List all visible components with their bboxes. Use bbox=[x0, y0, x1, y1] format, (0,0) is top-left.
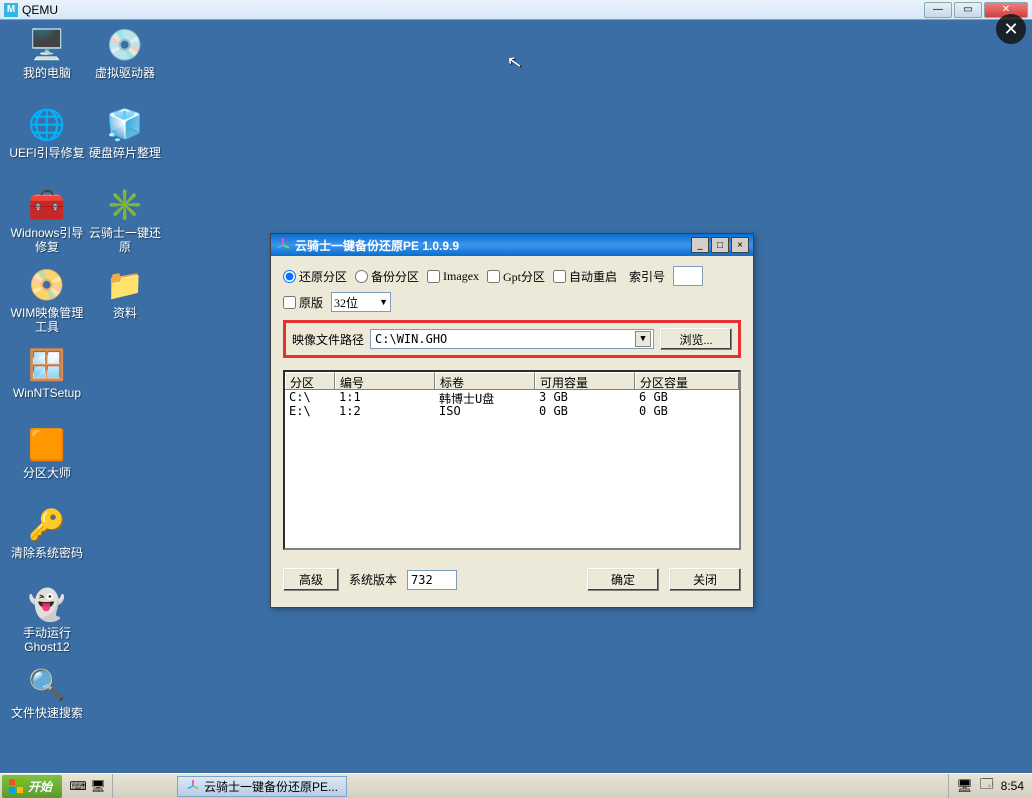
sys-version-input[interactable] bbox=[407, 570, 457, 590]
desktop-icon-label: WIM映像管理 工具 bbox=[11, 306, 84, 334]
image-path-label: 映像文件路径 bbox=[292, 331, 364, 348]
desktop-icon-wim-tool[interactable]: 📀WIM映像管理 工具 bbox=[8, 266, 86, 334]
cmd-icon[interactable]: ⌨ bbox=[70, 778, 86, 794]
my-computer-icon: 🖥️ bbox=[27, 26, 67, 64]
close-button[interactable]: 关闭 bbox=[669, 568, 741, 591]
dialog-window: 云骑士一键备份还原PE 1.0.9.9 _ □ × 还原分区 备份分区 Imag… bbox=[270, 233, 754, 608]
desktop-icon-label: 分区大师 bbox=[23, 466, 71, 480]
desktop-icon-label: 云骑士一键还 原 bbox=[89, 226, 161, 254]
desktop-icon-file-search[interactable]: 🔍 文件快速搜索 bbox=[8, 666, 86, 720]
yunqishi-icon: ✳️ bbox=[105, 186, 145, 224]
desktop-icon-yunqishi[interactable]: ✳️云骑士一键还 原 bbox=[86, 186, 164, 254]
original-check[interactable]: 原版 bbox=[283, 294, 323, 311]
desktop-icon-defrag[interactable]: 🧊 硬盘碎片整理 bbox=[86, 106, 164, 160]
backup-radio[interactable]: 备份分区 bbox=[355, 268, 419, 285]
system-tray[interactable]: 🖥 🗔 8:54 bbox=[948, 774, 1032, 798]
clear-pwd-icon: 🔑 bbox=[27, 506, 67, 544]
outer-minimize-button[interactable]: — bbox=[924, 2, 952, 18]
tray-clock[interactable]: 8:54 bbox=[1001, 779, 1024, 793]
tray-network-icon[interactable]: 🗔 bbox=[979, 778, 995, 794]
qemu-titlebar: M QEMU — ▭ ✕ bbox=[0, 0, 1032, 20]
index-label: 索引号 bbox=[629, 268, 665, 285]
desktop-icon-label: UEFI引导修复 bbox=[9, 146, 84, 160]
image-path-highlight: 映像文件路径 C:\WIN.GHO ▼ 浏览... bbox=[283, 320, 741, 358]
overlay-close-icon[interactable]: ✕ bbox=[996, 14, 1026, 44]
col-free[interactable]: 可用容量 bbox=[535, 372, 635, 389]
ghost12-icon: 👻 bbox=[27, 586, 67, 624]
dialog-title: 云骑士一键备份还原PE 1.0.9.9 bbox=[295, 237, 691, 254]
col-size[interactable]: 分区容量 bbox=[635, 372, 739, 389]
win-boot-repair-icon: 🧰 bbox=[27, 186, 67, 224]
desktop-icon-label: 我的电脑 bbox=[23, 66, 71, 80]
desktop-icon[interactable]: 🖥 bbox=[90, 778, 106, 794]
desktop-icon-partition-master[interactable]: 🟧 分区大师 bbox=[8, 426, 86, 480]
col-partition[interactable]: 分区 bbox=[285, 372, 335, 389]
desktop[interactable]: 🖥️ 我的电脑 💿 虚拟驱动器 🌐 UEFI引导修复 🧊 硬盘碎片整理 🧰Widnows引导 修… bbox=[0, 20, 1032, 773]
desktop-icon-label: 手动运行 Ghost12 bbox=[23, 626, 71, 654]
desktop-icon-ziliao[interactable]: 📁 资料 bbox=[86, 266, 164, 320]
dialog-app-icon bbox=[275, 237, 291, 253]
table-row[interactable]: E:\1:2ISO0 GB0 GB bbox=[285, 404, 739, 418]
cursor-icon: ↖ bbox=[505, 51, 524, 74]
uefi-repair-icon: 🌐 bbox=[27, 106, 67, 144]
listview-header[interactable]: 分区 编号 标卷 可用容量 分区容量 bbox=[285, 372, 739, 390]
taskbar-task-item[interactable]: 云骑士一键备份还原PE... bbox=[177, 776, 347, 797]
imagex-check[interactable]: Imagex bbox=[427, 269, 479, 284]
desktop-icon-label: 清除系统密码 bbox=[11, 546, 83, 560]
quick-launch: ⌨ 🖥 bbox=[64, 774, 113, 798]
qemu-icon: M bbox=[4, 3, 18, 17]
image-path-value: C:\WIN.GHO bbox=[375, 332, 447, 346]
col-volume[interactable]: 标卷 bbox=[435, 372, 535, 389]
partition-listview[interactable]: 分区 编号 标卷 可用容量 分区容量 C:\1:1韩博士U盘3 GB6 GBE:… bbox=[283, 370, 741, 550]
tray-display-icon[interactable]: 🖥 bbox=[957, 778, 973, 794]
defrag-icon: 🧊 bbox=[105, 106, 145, 144]
sys-version-label: 系统版本 bbox=[349, 571, 397, 588]
wim-tool-icon: 📀 bbox=[27, 266, 67, 304]
outer-maximize-button[interactable]: ▭ bbox=[954, 2, 982, 18]
desktop-icon-virtual-drive[interactable]: 💿 虚拟驱动器 bbox=[86, 26, 164, 80]
col-number[interactable]: 编号 bbox=[335, 372, 435, 389]
ziliao-icon: 📁 bbox=[105, 266, 145, 304]
partition-master-icon: 🟧 bbox=[27, 426, 67, 464]
dialog-titlebar[interactable]: 云骑士一键备份还原PE 1.0.9.9 _ □ × bbox=[271, 234, 753, 256]
desktop-icon-uefi-repair[interactable]: 🌐 UEFI引导修复 bbox=[8, 106, 86, 160]
autoreboot-check[interactable]: 自动重启 bbox=[553, 268, 617, 285]
desktop-icon-label: 资料 bbox=[113, 306, 137, 320]
desktop-icon-label: 文件快速搜索 bbox=[11, 706, 83, 720]
desktop-icon-label: 硬盘碎片整理 bbox=[89, 146, 161, 160]
advanced-button[interactable]: 高级 bbox=[283, 568, 339, 591]
browse-button[interactable]: 浏览... bbox=[660, 328, 732, 350]
dialog-maximize-button[interactable]: □ bbox=[711, 237, 729, 253]
start-button[interactable]: 开始 bbox=[2, 775, 62, 798]
ok-button[interactable]: 确定 bbox=[587, 568, 659, 591]
dialog-close-button[interactable]: × bbox=[731, 237, 749, 253]
desktop-icon-winntsetup[interactable]: 🪟 WinNTSetup bbox=[8, 346, 86, 400]
desktop-icon-win-boot-repair[interactable]: 🧰Widnows引导 修复 bbox=[8, 186, 86, 254]
desktop-icon-label: 虚拟驱动器 bbox=[95, 66, 155, 80]
desktop-icon-my-computer[interactable]: 🖥️ 我的电脑 bbox=[8, 26, 86, 80]
desktop-icon-ghost12[interactable]: 👻手动运行 Ghost12 bbox=[8, 586, 86, 654]
virtual-drive-icon: 💿 bbox=[105, 26, 145, 64]
index-input[interactable] bbox=[673, 266, 703, 286]
qemu-title: QEMU bbox=[22, 3, 922, 17]
winntsetup-icon: 🪟 bbox=[27, 346, 67, 384]
file-search-icon: 🔍 bbox=[27, 666, 67, 704]
windows-flag-icon bbox=[8, 778, 24, 794]
chevron-down-icon[interactable]: ▼ bbox=[635, 331, 651, 347]
bits-select[interactable]: 32位▼ bbox=[331, 292, 391, 312]
dialog-minimize-button[interactable]: _ bbox=[691, 237, 709, 253]
chevron-down-icon: ▼ bbox=[379, 297, 388, 307]
task-app-icon bbox=[186, 779, 200, 793]
restore-radio[interactable]: 还原分区 bbox=[283, 268, 347, 285]
table-row[interactable]: C:\1:1韩博士U盘3 GB6 GB bbox=[285, 390, 739, 404]
taskbar[interactable]: 开始 ⌨ 🖥 云骑士一键备份还原PE... 🖥 🗔 8:54 bbox=[0, 773, 1032, 798]
desktop-icon-clear-pwd[interactable]: 🔑 清除系统密码 bbox=[8, 506, 86, 560]
gpt-check[interactable]: Gpt分区 bbox=[487, 268, 545, 285]
desktop-icon-label: WinNTSetup bbox=[13, 386, 81, 400]
image-path-combo[interactable]: C:\WIN.GHO ▼ bbox=[370, 329, 654, 349]
desktop-icon-label: Widnows引导 修复 bbox=[11, 226, 84, 254]
